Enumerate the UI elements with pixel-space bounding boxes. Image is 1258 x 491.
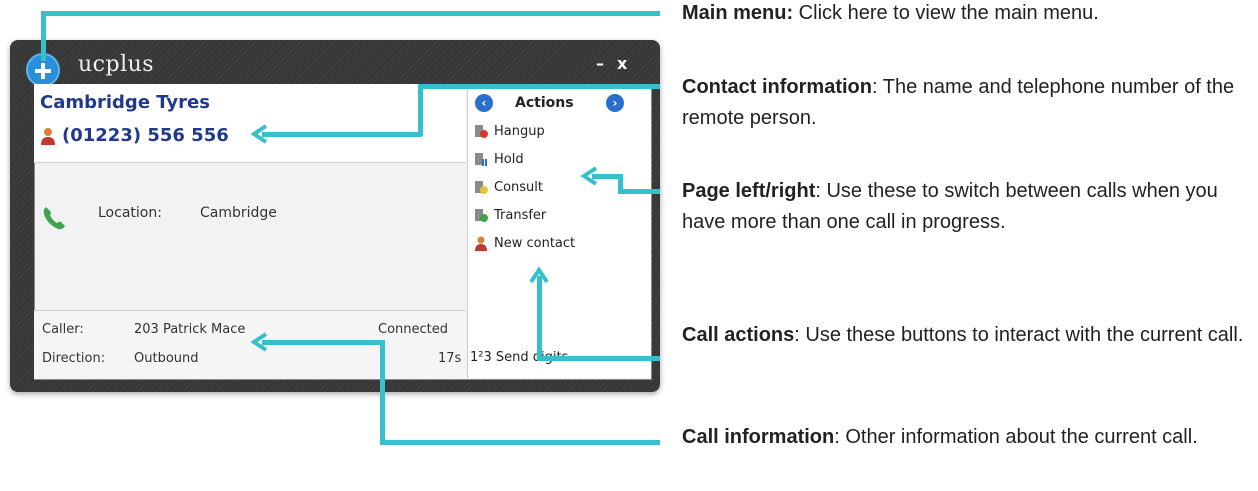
callout-callinfo-h1: [262, 340, 384, 345]
hangup-label: Hangup: [494, 123, 545, 139]
actions-title: Actions: [515, 95, 574, 111]
new-contact-label: New contact: [494, 235, 576, 251]
callout-callinfo-h2: [380, 440, 660, 445]
consult-button[interactable]: Consult: [474, 179, 543, 195]
callout-contact-h: [418, 84, 660, 89]
caller-label: Caller:: [42, 322, 84, 337]
callout-actions-v: [537, 276, 542, 360]
callout-contact-v: [418, 84, 423, 136]
app-title: ucplus: [78, 52, 155, 77]
annotation-main-menu-text: Click here to view the main menu.: [793, 2, 1099, 24]
transfer-label: Transfer: [494, 207, 547, 223]
annotation-call-info: Call information: Other information abou…: [682, 422, 1244, 453]
hangup-button[interactable]: Hangup: [474, 123, 545, 139]
callout-main-menu-h: [41, 11, 660, 16]
page-right-button[interactable]: ›: [606, 94, 624, 112]
person-icon: [41, 128, 55, 145]
annotation-contact-info: Contact information: The name and teleph…: [682, 72, 1244, 134]
annotation-main-menu: Main menu: Click here to view the main m…: [682, 0, 1252, 29]
phone-icon: [43, 207, 65, 230]
caller-value: 203 Patrick Mace: [134, 322, 246, 337]
annotation-page-title: Page left/right: [682, 180, 816, 202]
close-button[interactable]: x: [617, 54, 627, 73]
send-digits-icon: 1²3: [470, 350, 492, 365]
new-contact-button[interactable]: New contact: [474, 235, 575, 251]
callout-actions-h: [537, 356, 660, 361]
callout-contact-arrow: [262, 132, 422, 137]
transfer-icon: [475, 209, 488, 222]
annotation-main-menu-title: Main menu:: [682, 2, 794, 24]
contact-phone: (01223) 556 556: [62, 125, 229, 146]
call-status: Connected: [378, 322, 449, 337]
annotation-contact-info-title: Contact information: [682, 76, 872, 98]
transfer-button[interactable]: Transfer: [474, 207, 546, 223]
location-label: Location:: [98, 205, 162, 221]
location-value: Cambridge: [200, 205, 277, 221]
callout-page-h: [618, 189, 660, 194]
annotation-call-actions: Call actions: Use these buttons to inter…: [682, 320, 1244, 351]
callout-contact-arrowhead: [250, 124, 268, 144]
page-left-button[interactable]: ‹: [475, 94, 493, 112]
minimize-button[interactable]: –: [596, 54, 604, 73]
annotation-call-info-title: Call information: [682, 426, 835, 448]
new-contact-icon: [475, 236, 487, 251]
annotation-page-left-right: Page left/right: Use these to switch bet…: [682, 176, 1244, 238]
hold-button[interactable]: Hold: [474, 151, 524, 167]
direction-label: Direction:: [42, 351, 106, 366]
consult-label: Consult: [494, 179, 543, 195]
annotation-call-actions-text: : Use these buttons to interact with the…: [794, 324, 1244, 346]
consult-icon: [475, 181, 488, 194]
callout-main-menu-v: [41, 11, 46, 61]
hangup-icon: [475, 125, 488, 138]
hold-label: Hold: [494, 151, 524, 167]
callout-callinfo-arrowhead: [250, 332, 268, 352]
annotation-call-actions-title: Call actions: [682, 324, 795, 346]
callout-page-arrowhead: [580, 166, 598, 186]
direction-value: Outbound: [134, 351, 199, 366]
hold-icon: [475, 153, 487, 166]
callout-callinfo-v: [380, 340, 385, 444]
contact-name: Cambridge Tyres: [40, 92, 210, 113]
callout-actions-arrowhead: [529, 266, 549, 284]
call-duration: 17s: [438, 351, 462, 366]
annotation-call-info-text: : Other information about the current ca…: [834, 426, 1198, 448]
